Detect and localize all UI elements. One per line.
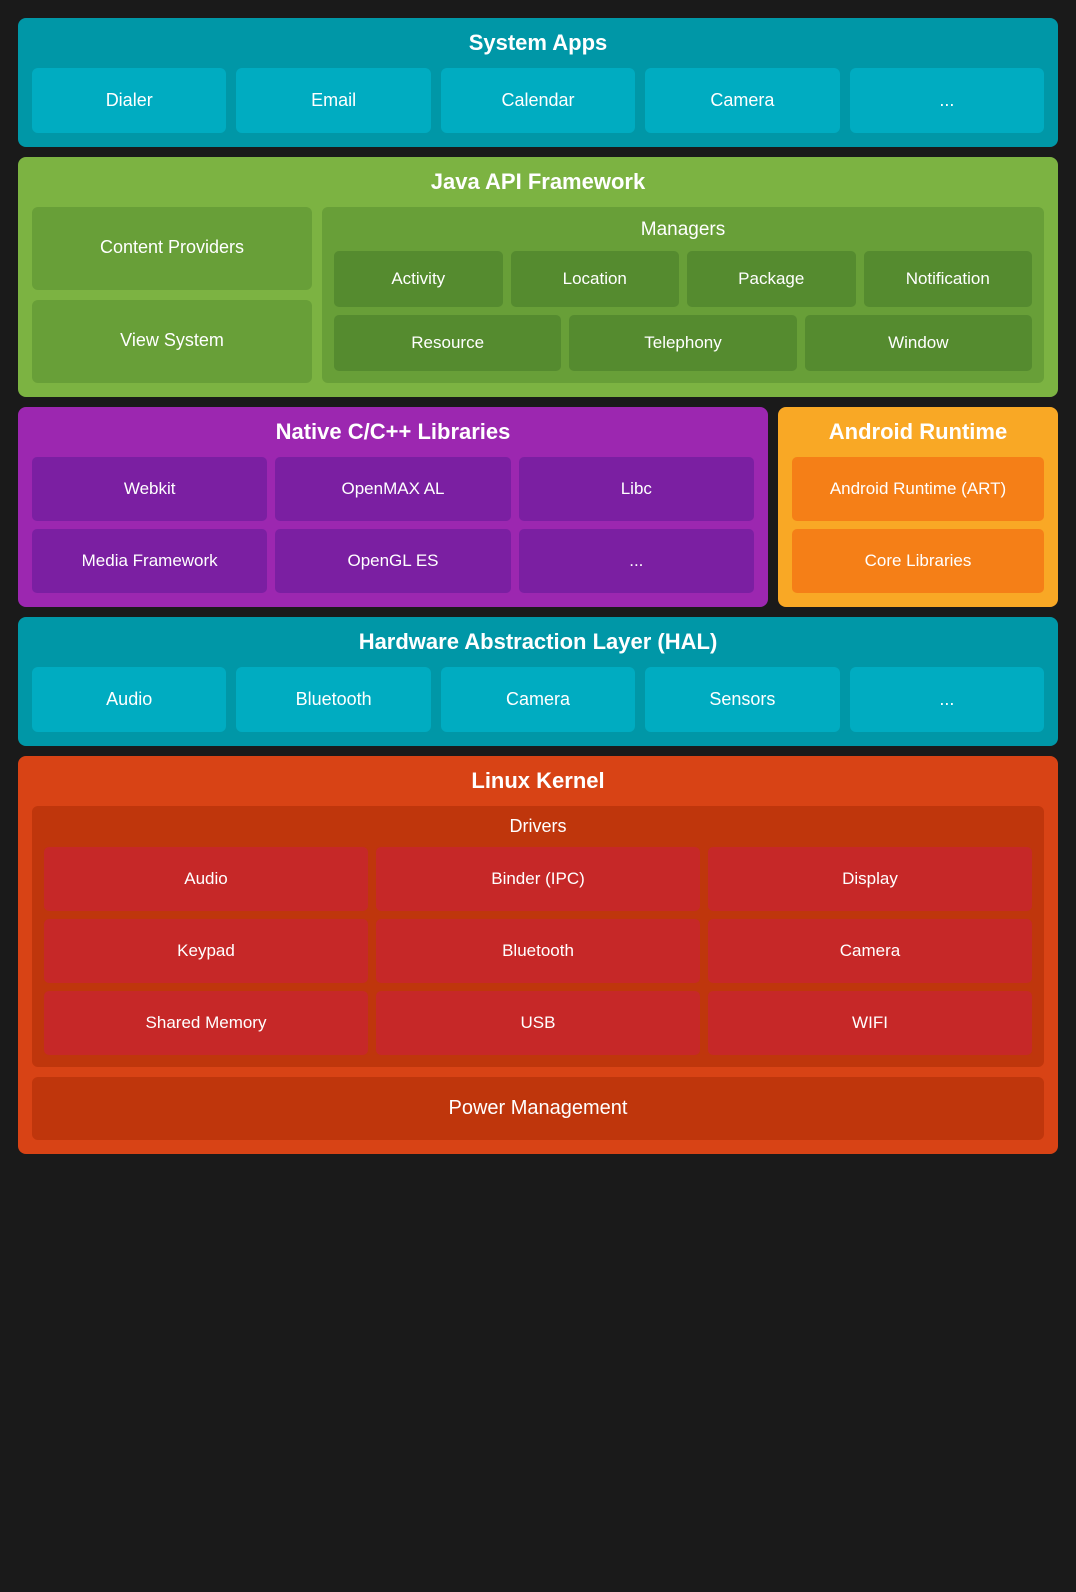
native-grid: Webkit OpenMAX AL Libc Media Framework O… bbox=[32, 457, 754, 593]
driver-camera: Camera bbox=[708, 919, 1032, 983]
managers-row2: Resource Telephony Window bbox=[334, 315, 1032, 371]
drivers-row2: Keypad Bluetooth Camera bbox=[44, 919, 1032, 983]
linux-kernel-title: Linux Kernel bbox=[32, 768, 1044, 794]
drivers-title: Drivers bbox=[44, 816, 1032, 837]
driver-binder: Binder (IPC) bbox=[376, 847, 700, 911]
hal-audio: Audio bbox=[32, 667, 226, 732]
native-cpp-layer: Native C/C++ Libraries Webkit OpenMAX AL… bbox=[18, 407, 768, 607]
java-api-layer: Java API Framework Content Providers Vie… bbox=[18, 157, 1058, 397]
managers-title: Managers bbox=[334, 219, 1032, 241]
native-opengl: OpenGL ES bbox=[275, 529, 510, 593]
manager-resource: Resource bbox=[334, 315, 561, 371]
art-box: Android Runtime (ART) bbox=[792, 457, 1044, 521]
managers-row1: Activity Location Package Notification bbox=[334, 251, 1032, 307]
middle-row: Native C/C++ Libraries Webkit OpenMAX AL… bbox=[18, 407, 1058, 607]
drivers-row1: Audio Binder (IPC) Display bbox=[44, 847, 1032, 911]
native-libc: Libc bbox=[519, 457, 754, 521]
system-apps-title: System Apps bbox=[32, 30, 1044, 56]
driver-keypad: Keypad bbox=[44, 919, 368, 983]
hal-layer: Hardware Abstraction Layer (HAL) Audio B… bbox=[18, 617, 1058, 746]
apps-row: Dialer Email Calendar Camera ... bbox=[32, 68, 1044, 133]
app-email: Email bbox=[236, 68, 430, 133]
drivers-section: Drivers Audio Binder (IPC) Display Keypa… bbox=[32, 806, 1044, 1067]
manager-package: Package bbox=[687, 251, 856, 307]
manager-window: Window bbox=[805, 315, 1032, 371]
view-system: View System bbox=[32, 300, 312, 383]
core-libraries-box: Core Libraries bbox=[792, 529, 1044, 593]
driver-audio: Audio bbox=[44, 847, 368, 911]
hal-row: Audio Bluetooth Camera Sensors ... bbox=[32, 667, 1044, 732]
manager-location: Location bbox=[511, 251, 680, 307]
app-more: ... bbox=[850, 68, 1044, 133]
hal-title: Hardware Abstraction Layer (HAL) bbox=[32, 629, 1044, 655]
driver-usb: USB bbox=[376, 991, 700, 1055]
system-apps-layer: System Apps Dialer Email Calendar Camera… bbox=[18, 18, 1058, 147]
linux-kernel-layer: Linux Kernel Drivers Audio Binder (IPC) … bbox=[18, 756, 1058, 1154]
native-more: ... bbox=[519, 529, 754, 593]
hal-camera: Camera bbox=[441, 667, 635, 732]
java-api-title: Java API Framework bbox=[32, 169, 1044, 195]
android-runtime-title: Android Runtime bbox=[792, 419, 1044, 445]
managers-grid: Activity Location Package Notification R… bbox=[334, 251, 1032, 371]
native-webkit: Webkit bbox=[32, 457, 267, 521]
native-media: Media Framework bbox=[32, 529, 267, 593]
driver-shared-memory: Shared Memory bbox=[44, 991, 368, 1055]
drivers-row3: Shared Memory USB WIFI bbox=[44, 991, 1032, 1055]
manager-notification: Notification bbox=[864, 251, 1033, 307]
driver-wifi: WIFI bbox=[708, 991, 1032, 1055]
native-row2: Media Framework OpenGL ES ... bbox=[32, 529, 754, 593]
app-dialer: Dialer bbox=[32, 68, 226, 133]
manager-activity: Activity bbox=[334, 251, 503, 307]
driver-bluetooth: Bluetooth bbox=[376, 919, 700, 983]
driver-display: Display bbox=[708, 847, 1032, 911]
hal-more: ... bbox=[850, 667, 1044, 732]
android-runtime-layer: Android Runtime Android Runtime (ART) Co… bbox=[778, 407, 1058, 607]
java-inner: Content Providers View System Managers A… bbox=[32, 207, 1044, 383]
native-openmax: OpenMAX AL bbox=[275, 457, 510, 521]
native-cpp-title: Native C/C++ Libraries bbox=[32, 419, 754, 445]
power-management: Power Management bbox=[32, 1077, 1044, 1140]
managers-col: Managers Activity Location Package Notif… bbox=[322, 207, 1044, 383]
app-camera: Camera bbox=[645, 68, 839, 133]
manager-telephony: Telephony bbox=[569, 315, 796, 371]
app-calendar: Calendar bbox=[441, 68, 635, 133]
hal-bluetooth: Bluetooth bbox=[236, 667, 430, 732]
art-grid: Android Runtime (ART) Core Libraries bbox=[792, 457, 1044, 593]
content-providers: Content Providers bbox=[32, 207, 312, 290]
hal-sensors: Sensors bbox=[645, 667, 839, 732]
left-col: Content Providers View System bbox=[32, 207, 312, 383]
native-row1: Webkit OpenMAX AL Libc bbox=[32, 457, 754, 521]
drivers-grid: Audio Binder (IPC) Display Keypad Blueto… bbox=[44, 847, 1032, 1055]
